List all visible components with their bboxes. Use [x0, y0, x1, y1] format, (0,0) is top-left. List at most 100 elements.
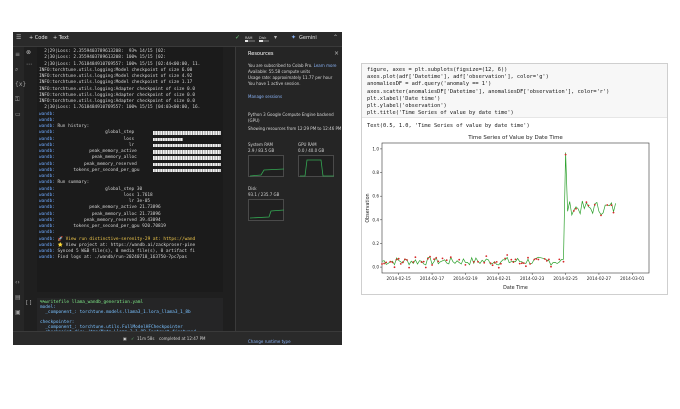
y-tick-label: 0.6 — [372, 194, 379, 199]
menu-icon[interactable]: ☰ — [16, 34, 21, 41]
files-icon[interactable]: ▭ — [15, 111, 21, 118]
output-line: wandb: peak_memory_active 21.73896 — [39, 205, 161, 211]
system-ram-label: System RAM — [248, 142, 273, 147]
output-cell-toolbar: ⊗ ⋯ — [25, 48, 35, 108]
output-line: 2|29|Loss: 2.3559403789613208: 93% 14/15… — [39, 49, 166, 54]
y-tick-label: 1.0 — [372, 146, 379, 151]
learn-more-link[interactable]: Learn more — [314, 63, 337, 68]
output-line: wandb: — [39, 174, 55, 179]
anomaly-point — [612, 211, 615, 214]
anomaly-point — [587, 204, 590, 207]
completed-time: completed at 12:47 PM — [159, 336, 206, 341]
anomaly-point — [472, 261, 475, 263]
anomaly-point — [406, 259, 408, 261]
run-history-sparkline — [153, 131, 221, 135]
anomaly-point — [424, 266, 427, 269]
search-icon[interactable]: ⌕ — [15, 66, 18, 74]
secrets-key-icon[interactable]: ⚿ — [15, 96, 20, 104]
code-snippets-icon[interactable]: ‹› — [15, 279, 20, 286]
cell-run-brackets[interactable]: [ ] — [26, 300, 32, 306]
anomaly-point — [422, 260, 425, 263]
anomaly-point — [575, 207, 577, 210]
anomaly-point — [518, 262, 521, 265]
anomaly-point — [558, 258, 561, 261]
x-tick-label: 2014-02-19 — [453, 276, 478, 281]
anomaly-point — [414, 256, 417, 259]
x-tick-label: 2014-02-23 — [520, 276, 545, 281]
clear-output-icon[interactable]: ⊗ — [26, 49, 31, 56]
anomaly-point — [610, 204, 613, 207]
anomaly-point — [402, 261, 404, 264]
gemini-button[interactable]: Gemini — [299, 35, 317, 41]
anomaly-point — [606, 204, 609, 206]
output-line: wandb: peak_memory_alloc — [39, 155, 137, 161]
command-palette-icon[interactable]: ▤ — [15, 294, 21, 301]
close-icon[interactable]: × — [334, 50, 339, 57]
connected-check-icon: ✓ — [235, 34, 241, 41]
gemini-icon: ✦ — [291, 34, 297, 41]
change-runtime-link[interactable]: Change runtime type — [248, 339, 291, 344]
status-bar: ▣ ✓ 11m 58s completed at 12:47 PM — [13, 331, 342, 345]
anomaly-point — [431, 264, 433, 266]
anomaly-point — [573, 210, 575, 212]
manage-sessions-link[interactable]: Manage sessions — [248, 94, 282, 99]
output-line: INFO:torchtune.utils.logging:Model check… — [39, 74, 193, 79]
add-code-button[interactable]: + Code — [29, 35, 48, 41]
anomaly-point — [437, 260, 440, 263]
resources-title: Resources — [248, 51, 274, 57]
output-line: wandb: peak_memory_reserved — [39, 161, 137, 167]
subscription-text: You are subscribed to Colab Pro. Learn m… — [248, 63, 337, 68]
x-tick-label: 2014-02-27 — [587, 276, 612, 281]
code-line: plt.title('Time Series of value by date … — [367, 110, 514, 117]
anomaly-point — [408, 266, 410, 269]
anomaly-point — [441, 257, 444, 260]
anomaly-point — [412, 261, 415, 263]
cell-output: 2|29|Loss: 2.3559403789613208: 93% 14/15… — [37, 47, 223, 292]
run-history-sparkline — [153, 137, 183, 142]
anomaly-point — [527, 256, 529, 259]
anomaly-point — [504, 257, 506, 260]
code-line: axes.scatter(anomaliesDF['Datetime'], an… — [367, 88, 610, 95]
anomaly-point — [525, 265, 527, 268]
more-options-icon[interactable]: ⋯ — [26, 61, 32, 68]
active-sessions: You have 1 active session. — [248, 81, 301, 86]
anomaly-point — [397, 257, 400, 260]
add-text-button[interactable]: + Text — [53, 35, 69, 41]
anomaly-point — [458, 258, 461, 261]
anomaly-point — [433, 258, 435, 261]
chevron-down-icon[interactable]: ▾ — [274, 34, 277, 41]
run-history-sparkline — [153, 168, 221, 173]
backend-type: (GPU) — [248, 118, 260, 123]
left-sidebar: ≡ ⌕ {x} ⚿ ▭ ‹› ▤ ▣ — [13, 47, 26, 331]
disk-label-panel: Disk — [248, 186, 257, 191]
series-line — [381, 152, 616, 266]
run-history-sparkline — [153, 162, 221, 167]
anomaly-point — [429, 255, 431, 258]
toc-icon[interactable]: ≡ — [15, 51, 20, 58]
anomaly-point — [420, 261, 423, 263]
anomaly-point — [464, 264, 467, 266]
output-line: INFO:torchtune.utils.logging:Adapter che… — [39, 86, 195, 92]
anomaly-point — [535, 258, 538, 260]
anomaly-point — [483, 261, 486, 264]
output-line: 2|30|Loss: 1.7618484910769557: 100% 15/1… — [39, 61, 201, 67]
output-line: INFO:torchtune.utils.logging:Model check… — [39, 67, 193, 73]
output-line: wandb: ⭐ View project at: https://wandb.… — [39, 242, 196, 248]
anomaly-point — [510, 258, 513, 261]
anomaly-point — [404, 258, 406, 261]
disk-value: 93.1 / 235.7 GB — [248, 192, 280, 197]
colab-window: ☰ + Code + Text ✓ RAM Disk ▾ ✦ Gemini ⌃ … — [13, 32, 342, 345]
x-axis-label: Date Time — [503, 285, 528, 291]
output-line: INFO:torchtune.utils.logging:Adapter che… — [39, 99, 195, 104]
anomaly-point — [399, 263, 402, 265]
anomaly-point — [533, 258, 536, 261]
gpu-ram-value: 0.0 / 40.0 GB — [298, 148, 325, 153]
collapse-icon[interactable]: ⌃ — [333, 34, 338, 41]
terminal-icon[interactable]: ▣ — [15, 309, 21, 316]
cell-output-text: Text(0.5, 1.0, 'Time Series of value by … — [367, 123, 530, 129]
y-tick-label: 0.4 — [372, 217, 379, 222]
system-ram-graph — [248, 155, 285, 177]
anomaly-point — [497, 266, 500, 269]
time-series-chart: Time Series of Value by Date Time 2014-02… — [365, 135, 650, 291]
code-line: anomaliesDF = adf.query('anomaly == 1') — [367, 81, 492, 88]
